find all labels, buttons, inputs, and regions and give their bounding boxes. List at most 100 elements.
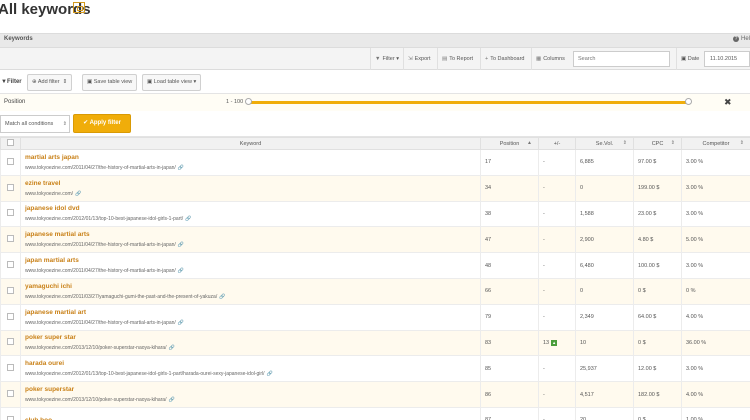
keyword-url[interactable]: www.tokyoezine.com/2013/12/10/poker-supe… [25,397,476,403]
add-filter-button[interactable]: ⊕ Add filter ⇕ [27,74,73,91]
column-header-position[interactable]: Position ▲ [480,137,539,150]
load-table-view-button[interactable]: ▣ Load table view ▾ [142,74,202,91]
row-checkbox[interactable] [7,183,14,191]
volume-cell: 4,517 [575,381,634,408]
apply-row: Match all conditions ⇕ ✔ Apply filter [0,111,750,137]
export-label: Export [414,56,431,62]
select-all-header[interactable] [0,137,21,150]
row-checkbox[interactable] [7,390,14,398]
keyword-link[interactable]: martial arts japan [25,154,476,161]
row-checkbox[interactable] [7,286,14,294]
keyword-url[interactable]: www.tokyoezine.com/2011/03/27/yamaguchi-… [25,294,476,300]
row-checkbox[interactable] [7,157,14,165]
keyword-cell: japanese martial arts www.tokyoezine.com/… [20,226,481,254]
external-window-icon[interactable] [73,2,85,13]
keyword-link[interactable]: japanese idol dvd [25,205,476,212]
row-checkbox[interactable] [7,312,14,320]
section-label: Keywords [4,36,33,42]
save-table-view-button[interactable]: ▣ Save table view [82,74,138,91]
change-value: 13 [543,339,550,346]
keyword-cell: martial arts japan www.tokyoezine.com/201… [20,149,481,176]
change-value: - [543,314,545,321]
column-header-cpc[interactable]: CPC ⇕ [633,137,682,150]
change-value: - [543,210,545,217]
position-cell: 66 [480,277,539,305]
row-checkbox[interactable] [7,415,14,420]
keyword-url[interactable]: www.tokyoezine.com/2012/01/13/top-10-bes… [25,216,476,222]
keyword-url-text: www.tokyoezine.com/2013/12/10/poker-supe… [25,345,167,352]
position-slider-max-handle[interactable] [685,98,692,105]
position-cell: 34 [480,174,539,202]
row-checkbox[interactable] [7,338,14,346]
to-dashboard-button[interactable]: + To Dashboard [480,48,528,70]
keyword-url[interactable]: www.tokyoezine.com/2013/12/10/poker-supe… [25,345,476,351]
change-cell: - [538,252,576,279]
table-row: poker super star www.tokyoezine.com/2013/… [0,329,750,357]
keyword-link[interactable]: yamaguchi ichi [25,283,476,290]
keyword-url[interactable]: www.tokyoezine.com/2011/04/27/the-histor… [25,242,476,248]
change-value: - [543,365,545,372]
calendar-icon: ▣ [681,56,687,62]
export-button[interactable]: ⇲ Export [403,48,435,70]
add-filter-icon: ⊕ [32,79,37,85]
select-all-checkbox[interactable] [7,139,14,146]
filter-row: ▼Filter ⊕ Add filter ⇕ ▣ Save table view… [0,70,750,94]
column-header-keyword[interactable]: Keyword [20,137,481,150]
keyword-link[interactable]: poker super star [25,334,476,341]
row-select-cell [0,406,21,420]
position-slider-track[interactable] [247,101,689,104]
sort-icon: ⇕ [670,140,675,146]
change-value: - [543,185,545,192]
column-keyword-label: Keyword [239,140,262,147]
cpc-cell: 0 $ [633,406,682,420]
row-checkbox[interactable] [7,261,14,269]
change-cell: 13 ▲ [538,329,576,357]
close-icon[interactable]: ✖ [724,97,732,108]
keyword-link[interactable]: japanese martial arts [25,231,476,238]
cpc-cell: 182.00 $ [633,381,682,408]
row-select-cell [0,329,21,357]
date-picker[interactable]: 11.10.2015 [704,51,750,67]
column-header-change[interactable]: +/- [538,137,576,150]
keyword-url[interactable]: www.tokyoezine.com/2012/01/13/top-10-bes… [25,371,476,377]
table-row: club boo87-200 $1.00 % [0,406,750,420]
load-view-label: Load table view [153,79,192,85]
keyword-link[interactable]: ezine travel [25,180,476,187]
apply-filter-label: Apply filter [89,120,121,126]
columns-button[interactable]: ▦ Columns [531,48,569,70]
help-link[interactable]: ? Hel [732,36,750,42]
keyword-url-text: www.tokyoezine.com/2011/04/27/the-histor… [25,268,176,275]
keywords-section-bar: Keywords ? Hel [0,33,750,48]
cpc-cell: 23.00 $ [633,200,682,228]
match-conditions-select[interactable]: Match all conditions ⇕ [0,115,70,133]
position-range-value: 1 - 100 [226,99,244,105]
row-checkbox[interactable] [7,209,14,217]
volume-cell: 0 [575,277,634,305]
keyword-link[interactable]: harada ourei [25,360,476,367]
keyword-url-text: www.tokyoezine.com/2012/01/13/top-10-bes… [25,371,265,378]
keyword-cell: harada ourei www.tokyoezine.com/2012/01/1… [20,355,481,383]
keyword-link[interactable]: japanese martial art [25,309,476,316]
keyword-url-text: www.tokyoezine.com/ [25,190,74,197]
search-input[interactable] [573,51,670,67]
apply-filter-button[interactable]: ✔ Apply filter [73,114,131,133]
competitor-cell: 5.00 % [681,226,750,254]
row-checkbox[interactable] [7,235,14,243]
keyword-link[interactable]: poker superstar [25,386,476,393]
link-icon: 🔗 [177,164,185,171]
keyword-url[interactable]: www.tokyoezine.com/2011/04/27/the-histor… [25,268,476,274]
position-slider-min-handle[interactable] [245,98,252,105]
volume-cell: 6,480 [575,252,634,279]
to-report-button[interactable]: ▤ To Report [437,48,477,70]
keyword-url[interactable]: www.tokyoezine.com/2011/04/27/the-histor… [25,165,476,171]
cpc-cell: 4.80 $ [633,226,682,254]
column-header-competitor[interactable]: Competitor ⇕ [681,137,750,150]
filter-dropdown-button[interactable]: ▼ Filter ▾ [370,48,403,70]
keyword-url[interactable]: www.tokyoezine.com/2011/04/27/the-histor… [25,320,476,326]
change-cell: - [538,226,576,254]
keyword-url[interactable]: www.tokyoezine.com/🔗 [25,191,476,197]
keyword-link[interactable]: japan martial arts [25,257,476,264]
link-icon: 🔗 [177,242,185,249]
column-header-volume[interactable]: Se.Vol. ⇕ [575,137,634,150]
row-checkbox[interactable] [7,364,14,372]
